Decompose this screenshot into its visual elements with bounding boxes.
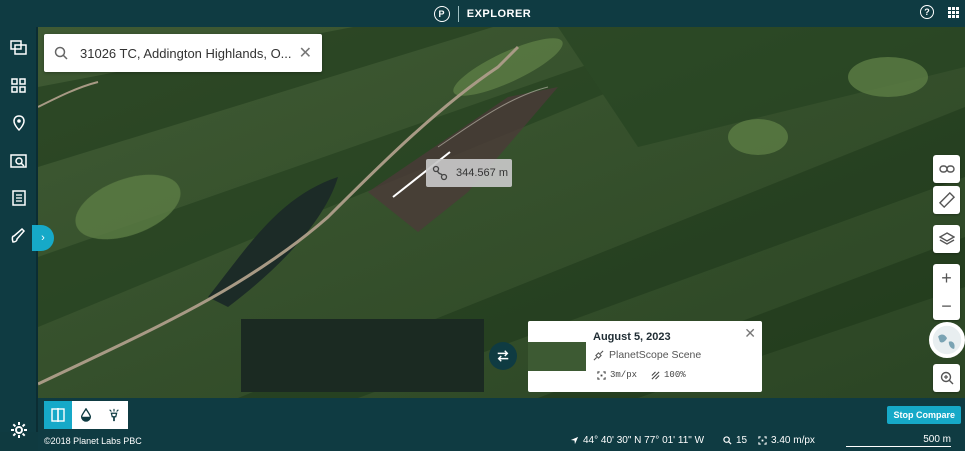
search-icon — [54, 46, 68, 60]
zoom-out-button[interactable]: − — [933, 292, 960, 320]
sidebar-search-imagery-button[interactable] — [8, 150, 30, 172]
droplet-icon — [80, 408, 92, 422]
layers-stack-icon — [10, 40, 27, 55]
split-view-icon — [51, 408, 65, 422]
image-search-icon — [10, 154, 27, 168]
settings-button[interactable] — [10, 421, 28, 439]
tiles-grid-icon — [11, 78, 26, 93]
brand[interactable]: P EXPLORER — [433, 5, 532, 22]
app-title: EXPLORER — [466, 7, 532, 20]
measurement-distance: 344.567 m — [456, 167, 508, 179]
scene-type: PlanetScope Scene — [593, 349, 701, 361]
apps-grid-icon[interactable] — [948, 6, 959, 18]
close-icon[interactable]: ✕ — [744, 325, 756, 342]
compare-split-tool[interactable] — [44, 401, 72, 429]
gear-icon — [11, 422, 27, 438]
chevron-right-icon: › — [41, 232, 45, 244]
sidebar-orders-button[interactable] — [8, 187, 30, 209]
planet-logo-icon: P — [433, 5, 450, 22]
top-bar: P EXPLORER ? — [0, 0, 965, 27]
flashlight-icon — [109, 408, 119, 422]
link-icon — [938, 165, 955, 173]
sidebar-places-button[interactable] — [8, 112, 30, 134]
globe-view-button[interactable] — [929, 322, 965, 358]
cursor-coordinates: 44° 40' 30" N 77° 01' 11" W — [570, 435, 704, 446]
zoom-controls: + − — [933, 264, 960, 320]
spotlight-tool[interactable] — [100, 401, 128, 429]
zoom-level-value: 15 — [736, 435, 748, 446]
scene-info-card[interactable]: August 5, 2023 ✕ PlanetScope Scene 3m/px… — [528, 321, 762, 392]
scene-meta: 3m/px 100% — [597, 370, 686, 380]
brand-divider — [457, 5, 459, 22]
scene-coverage-value: 100% — [664, 370, 686, 380]
bottom-toolbar: Stop Compare — [38, 398, 965, 432]
clear-search-icon[interactable]: ✕ — [299, 43, 312, 63]
paint-brush-icon — [11, 227, 26, 243]
help-icon[interactable]: ? — [920, 5, 934, 19]
document-list-icon — [12, 190, 26, 206]
zoom-to-button[interactable] — [933, 364, 960, 392]
scene-coverage: 100% — [651, 370, 686, 380]
compare-placeholder-panel — [241, 319, 484, 392]
swap-compare-button[interactable] — [489, 342, 517, 370]
scale-bar: 500 m — [846, 434, 951, 447]
scene-resolution: 3m/px — [597, 370, 637, 380]
navigation-arrow-icon — [570, 436, 579, 445]
resolution-icon — [597, 370, 606, 380]
scene-resolution-value: 3m/px — [610, 370, 638, 380]
coordinates-value: 44° 40' 30" N 77° 01' 11" W — [583, 435, 705, 446]
satellite-icon — [593, 350, 604, 360]
copyright-text: ©2018 Planet Labs PBC — [44, 436, 142, 446]
stop-compare-button[interactable]: Stop Compare — [887, 406, 961, 424]
opacity-tool[interactable] — [72, 401, 100, 429]
map-resolution: 3.40 m/px — [758, 435, 815, 446]
sidebar-tiles-button[interactable] — [8, 75, 30, 97]
layers-icon — [938, 232, 955, 245]
layers-button[interactable] — [933, 225, 960, 253]
map-pin-icon — [13, 115, 25, 132]
sidebar-mosaics-button[interactable] — [8, 37, 30, 59]
measure-tool-button[interactable] — [933, 186, 960, 214]
status-bar: ©2018 Planet Labs PBC 44° 40' 30" N 77° … — [38, 432, 965, 451]
ruler-icon — [938, 192, 955, 208]
swap-arrows-icon — [497, 350, 509, 362]
measurement-label: 344.567 m — [426, 159, 512, 187]
sidebar-annotate-button[interactable] — [8, 225, 30, 247]
route-measure-icon — [432, 165, 448, 181]
zoom-in-button[interactable]: + — [933, 264, 960, 292]
map-resolution-value: 3.40 m/px — [771, 435, 815, 446]
magnify-plus-icon — [940, 371, 953, 385]
scene-thumbnail — [528, 342, 586, 371]
zoom-level: 15 — [723, 435, 747, 446]
scene-date: August 5, 2023 — [593, 331, 671, 343]
location-search[interactable]: ✕ — [44, 34, 322, 72]
globe-icon — [932, 325, 962, 355]
zoom-icon — [723, 436, 732, 445]
search-input[interactable] — [80, 45, 291, 61]
scene-type-label: PlanetScope Scene — [609, 349, 702, 361]
share-link-button[interactable] — [933, 155, 960, 183]
coverage-hatch-icon — [651, 371, 660, 379]
resolution-frame-icon — [758, 436, 767, 445]
